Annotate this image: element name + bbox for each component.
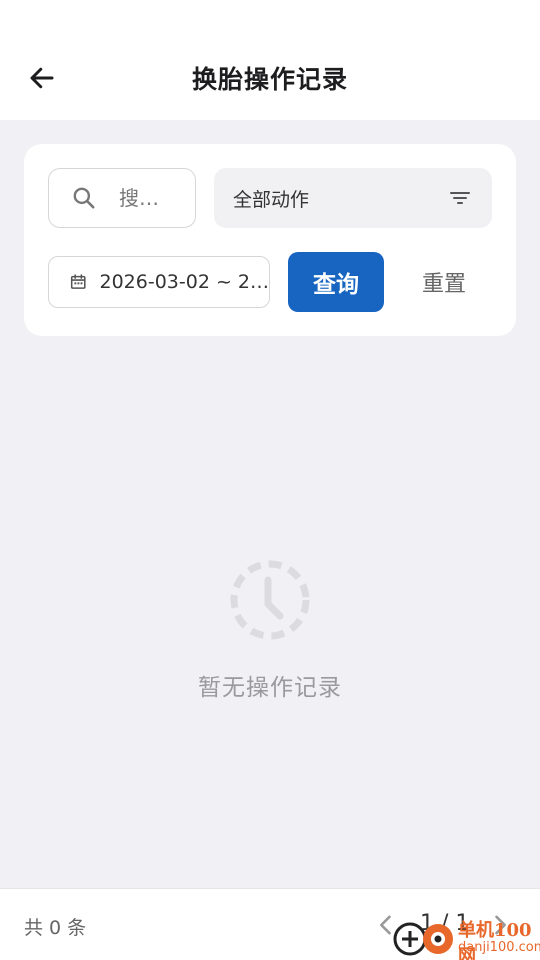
search-box[interactable] [48,168,196,228]
search-input[interactable] [119,186,179,210]
calendar-icon [70,274,86,289]
app-header: 换胎操作记录 [0,0,540,120]
query-button[interactable]: 查询 [288,252,384,312]
reset-button[interactable]: 重置 [404,252,484,312]
watermark-logo-icon [393,922,453,956]
date-range-picker[interactable]: 2026-03-02 ~ 2… [48,256,270,308]
page-title: 换胎操作记录 [191,65,348,94]
total-count: 共 0 条 [24,917,87,939]
clock-icon [230,560,310,640]
action-filter-value: 全部动作 [233,188,310,211]
filter-card: 全部动作 2026-03-02 ~ 2… 查询 重置 [24,144,516,336]
filter-icon [450,192,470,204]
action-filter-select[interactable]: 全部动作 [214,168,492,228]
watermark-url: danji100.com [458,940,540,955]
empty-state-text: 暂无操作记录 [198,675,342,701]
search-icon [71,185,97,211]
date-range-value: 2026-03-02 ~ 2… [99,271,269,293]
